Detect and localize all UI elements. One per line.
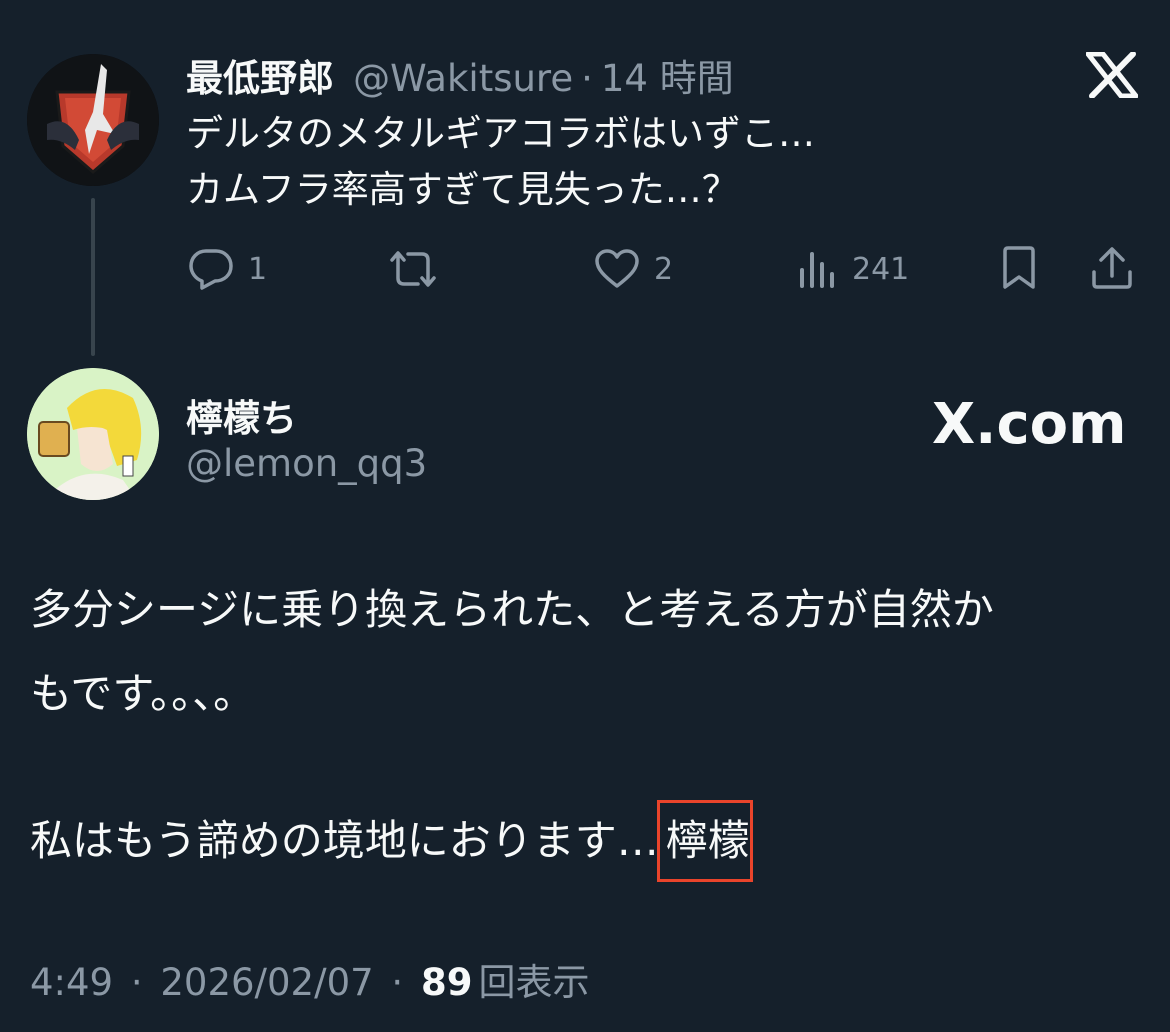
parent-avatar-image [27, 54, 159, 186]
reply-avatar[interactable] [27, 368, 159, 500]
meta-date[interactable]: 2026/02/07 [160, 961, 373, 1004]
parent-text-line-2: カムフラ率高すぎて見失った…？ [186, 168, 739, 211]
meta-views-label: 回表示 [478, 961, 590, 1004]
reply-avatar-image [27, 368, 159, 500]
bar-chart-icon [800, 252, 834, 288]
parent-separator: · [581, 57, 593, 100]
reply-text-line-2: もです。。、。 [30, 669, 256, 718]
meta-views-count: 89 [420, 961, 473, 1004]
parent-text-line-1: デルタのメタルギアコラボはいずこ… [186, 112, 815, 155]
parent-time[interactable]: 14 時間 [601, 57, 734, 100]
meta-separator-2: · [391, 961, 404, 1004]
reply-count: 1 [248, 251, 268, 287]
reply-text-line-3-main: 私はもう諦めの境地におります… [30, 816, 659, 865]
parent-display-name[interactable]: 最低野郎 [186, 57, 334, 100]
reply-handle[interactable]: @lemon_qq3 [186, 442, 427, 485]
share-icon [1092, 247, 1132, 289]
tweet-meta: 4:49 · 2026/02/07 · 89 回表示 [30, 952, 589, 1006]
bookmark-button[interactable] [1000, 246, 1038, 290]
parent-handle[interactable]: @Wakitsure [353, 57, 573, 100]
bookmark-icon [1003, 246, 1035, 289]
repost-button[interactable] [386, 248, 440, 290]
like-button[interactable]: 2 [594, 248, 673, 290]
like-count: 2 [654, 251, 674, 287]
views-button[interactable]: 241 [798, 248, 909, 290]
reply-display-name[interactable]: 檸檬ち [186, 388, 297, 442]
meta-time[interactable]: 4:49 [30, 961, 113, 1004]
x-com-text: X.com [932, 392, 1127, 457]
parent-header: 最低野郎 @Wakitsure · 14 時間 [186, 48, 734, 102]
reply-text-line-1: 多分シージに乗り換えられた、と考える方が自然か [30, 585, 994, 634]
reply-button[interactable]: 1 [188, 248, 267, 290]
reply-bubble-icon [189, 249, 233, 290]
heart-icon [595, 249, 639, 288]
thread-line [91, 198, 95, 356]
repost-icon [390, 251, 436, 287]
reply-text-line-3: 私はもう諦めの境地におります… 檸檬 [30, 800, 753, 882]
x-com-brand: X.com [932, 392, 1126, 457]
parent-avatar[interactable] [27, 54, 159, 186]
view-count: 241 [852, 251, 910, 287]
highlight-box: 檸檬 [656, 800, 753, 882]
meta-separator-1: · [130, 961, 143, 1004]
share-button[interactable] [1090, 246, 1134, 290]
close-icon[interactable] [1085, 51, 1139, 99]
